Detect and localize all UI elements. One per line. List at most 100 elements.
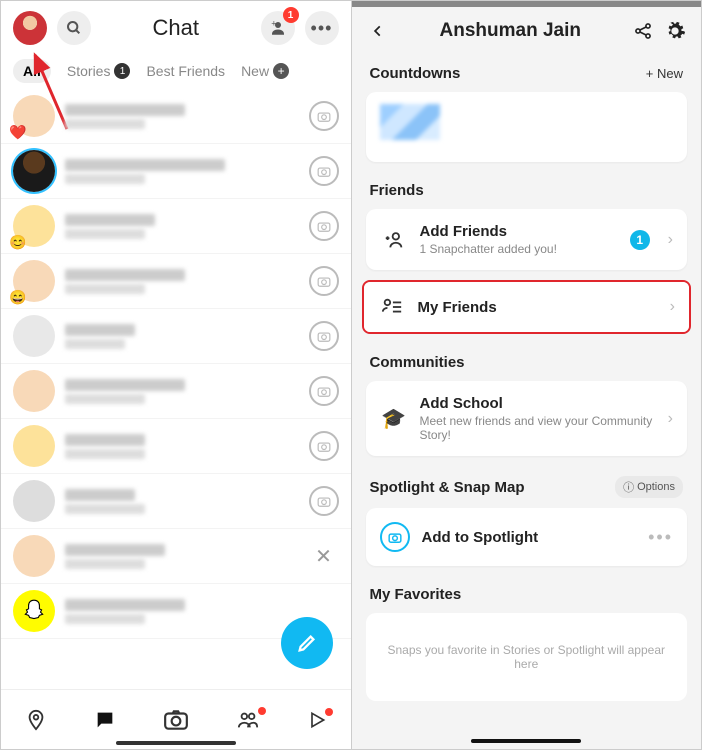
camera-icon (317, 440, 331, 452)
chat-avatar-story[interactable] (13, 150, 55, 192)
filter-best-friends[interactable]: Best Friends (146, 63, 225, 79)
team-snapchat-avatar (13, 590, 55, 632)
add-friend-button[interactable]: + 1 (261, 11, 295, 45)
communities-header: Communities (352, 344, 702, 377)
chat-row[interactable] (1, 309, 351, 364)
my-friends-highlight: My Friends › (362, 280, 692, 334)
chat-row[interactable] (1, 144, 351, 199)
more-icon: ••• (311, 18, 333, 39)
filter-all[interactable]: All (13, 59, 51, 83)
chat-avatar (13, 370, 55, 412)
profile-header: Anshuman Jain (352, 7, 702, 55)
chat-avatar: 😄 (13, 260, 55, 302)
my-friends-row[interactable]: My Friends › (364, 282, 690, 332)
snap-camera-button[interactable] (309, 486, 339, 516)
friends-list-icon (378, 296, 406, 318)
people-icon (236, 709, 260, 731)
snap-camera-button[interactable] (309, 266, 339, 296)
chat-avatar (13, 315, 55, 357)
spotlight-camera-icon (380, 522, 410, 552)
bottom-nav (1, 689, 351, 749)
search-icon (66, 20, 82, 36)
nav-chat[interactable] (94, 709, 116, 731)
filter-stories[interactable]: Stories 1 (67, 63, 131, 79)
spotlight-options-button[interactable]: ⓘ Options (615, 476, 683, 498)
camera-icon (317, 275, 331, 287)
chat-row[interactable]: ❤️ (1, 89, 351, 144)
add-friends-row[interactable]: Add Friends 1 Snapchatter added you! 1 › (366, 209, 688, 270)
info-icon: ⓘ (623, 479, 634, 495)
chat-screen: Chat + 1 ••• All Stories 1 Best Friends … (1, 1, 352, 749)
nav-map[interactable] (25, 709, 47, 731)
notification-dot (258, 707, 266, 715)
camera-icon (317, 220, 331, 232)
friends-card: Add Friends 1 Snapchatter added you! 1 › (366, 209, 688, 270)
more-icon[interactable]: ••• (648, 527, 673, 548)
snap-camera-button[interactable] (309, 431, 339, 461)
home-indicator (471, 739, 581, 743)
dismiss-button[interactable]: ✕ (309, 541, 339, 571)
notification-dot (325, 708, 333, 716)
camera-icon (317, 330, 331, 342)
profile-screen: Anshuman Jain Countdowns + New Friends (352, 1, 702, 749)
chat-avatar (13, 535, 55, 577)
plus-icon: + (273, 63, 289, 79)
add-person-icon: + (269, 19, 287, 37)
snap-camera-button[interactable] (309, 156, 339, 186)
friends-header: Friends (352, 172, 702, 205)
camera-icon (317, 385, 331, 397)
snap-camera-button[interactable] (309, 101, 339, 131)
filter-new[interactable]: New + (241, 63, 289, 79)
favorites-header: My Favorites (352, 576, 702, 609)
chat-row[interactable] (1, 419, 351, 474)
chat-row[interactable]: 😄 (1, 254, 351, 309)
share-button[interactable] (631, 19, 655, 43)
add-school-row[interactable]: 🎓 Add School Meet new friends and view y… (366, 381, 688, 456)
chat-row[interactable] (1, 364, 351, 419)
nav-stories[interactable] (236, 709, 260, 731)
spotlight-header: Spotlight & Snap Map ⓘ Options (352, 466, 702, 504)
chat-avatar (13, 480, 55, 522)
countdown-thumbnail (380, 104, 440, 140)
communities-card: 🎓 Add School Meet new friends and view y… (366, 381, 688, 456)
map-pin-icon (25, 709, 47, 731)
chat-row[interactable] (1, 474, 351, 529)
compose-button[interactable] (281, 617, 333, 669)
profile-name: Anshuman Jain (398, 20, 624, 42)
countdowns-header: Countdowns + New (352, 55, 702, 88)
play-icon (307, 710, 327, 730)
chat-avatar (13, 425, 55, 467)
chat-row[interactable]: ✕ (1, 529, 351, 584)
nav-spotlight[interactable] (307, 710, 327, 730)
chat-header: Chat + 1 ••• (1, 1, 351, 51)
chat-list: ❤️ 😊 😄 (1, 89, 351, 639)
gear-icon (664, 20, 686, 42)
stories-count-badge: 1 (114, 63, 130, 79)
new-countdown-button[interactable]: + New (646, 66, 683, 81)
home-indicator (116, 741, 236, 745)
spotlight-card: Add to Spotlight ••• (366, 508, 688, 566)
add-friends-badge: 1 (630, 230, 650, 250)
camera-icon (317, 110, 331, 122)
camera-icon (163, 707, 189, 733)
nav-camera[interactable] (163, 707, 189, 733)
svg-text:+: + (271, 19, 276, 29)
chat-icon (94, 709, 116, 731)
favorites-empty-state: Snaps you favorite in Stories or Spotlig… (366, 613, 688, 701)
chat-avatar: 😊 (13, 205, 55, 247)
back-button[interactable] (366, 19, 390, 43)
add-to-spotlight-row[interactable]: Add to Spotlight ••• (366, 508, 688, 566)
countdown-card[interactable] (366, 92, 688, 162)
chat-avatar: ❤️ (13, 95, 55, 137)
profile-avatar-button[interactable] (13, 11, 47, 45)
share-icon (633, 21, 653, 41)
chevron-right-icon: › (670, 298, 675, 316)
search-button[interactable] (57, 11, 91, 45)
more-button[interactable]: ••• (305, 11, 339, 45)
snap-camera-button[interactable] (309, 211, 339, 241)
chat-row[interactable]: 😊 (1, 199, 351, 254)
chevron-left-icon (371, 22, 385, 40)
settings-button[interactable] (663, 19, 687, 43)
snap-camera-button[interactable] (309, 376, 339, 406)
snap-camera-button[interactable] (309, 321, 339, 351)
